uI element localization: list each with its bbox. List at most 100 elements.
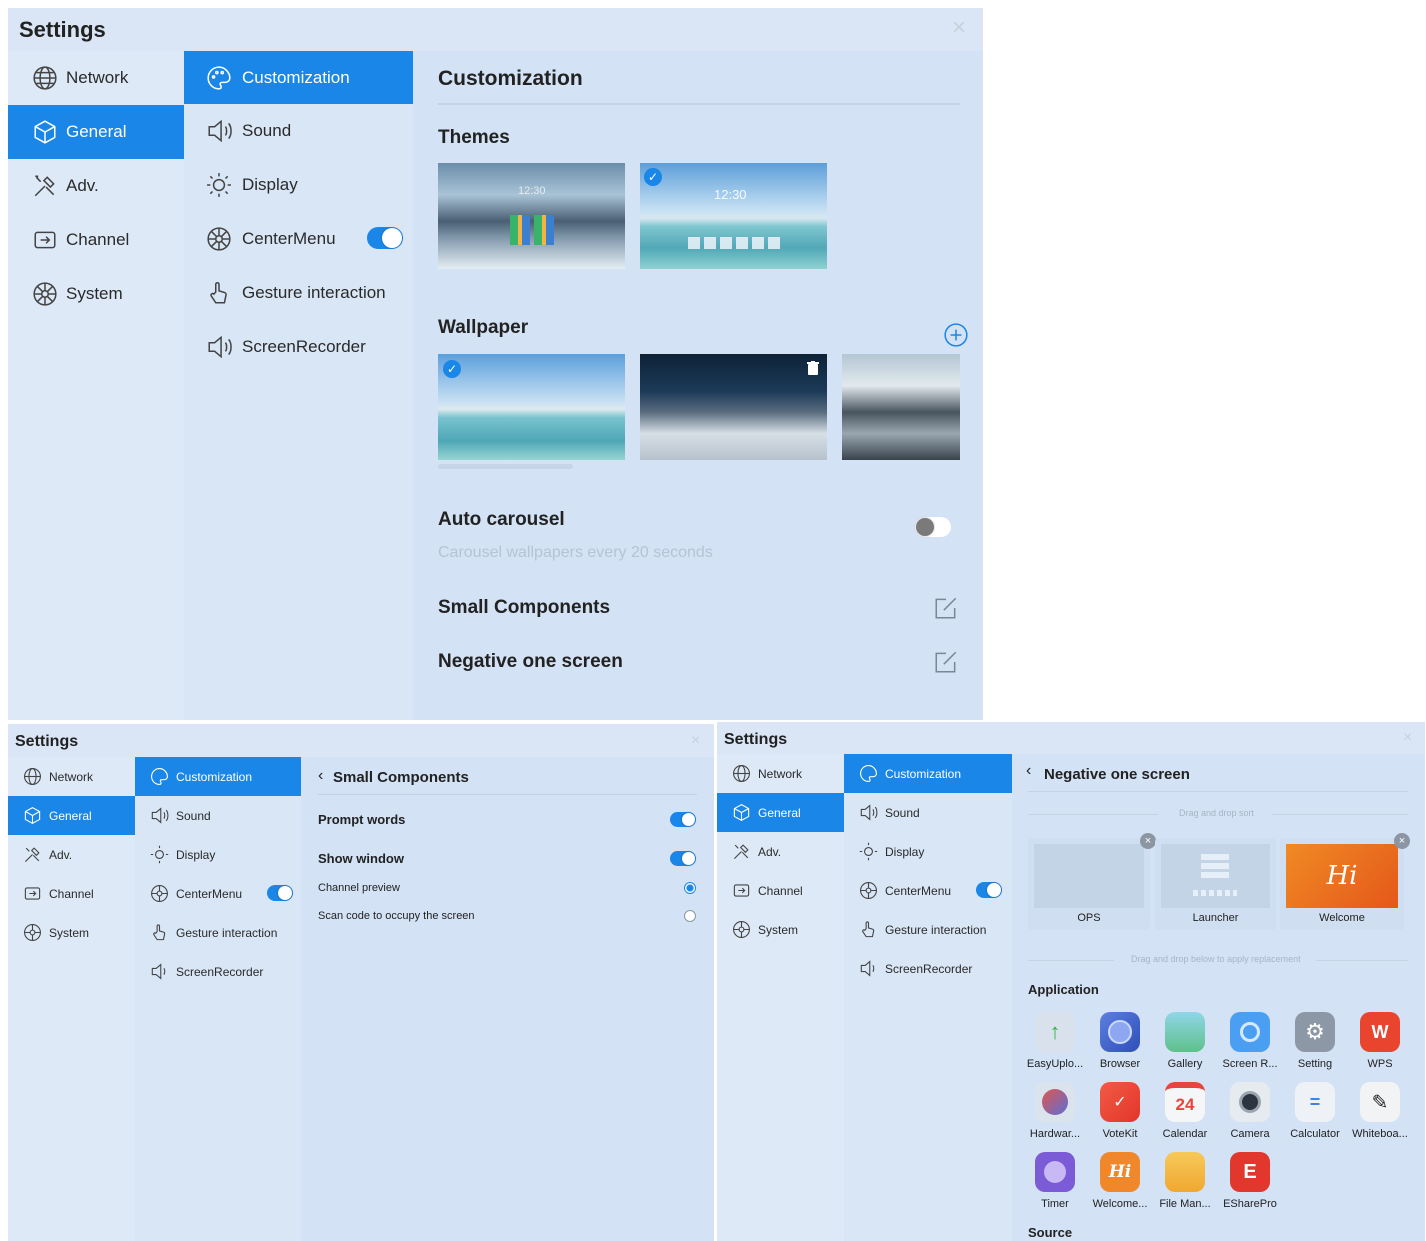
app-screen-recorder[interactable]: Screen R... xyxy=(1221,1012,1279,1070)
app-label: EasyUplo... xyxy=(1026,1058,1084,1070)
system-gear-icon xyxy=(33,282,57,306)
remove-icon[interactable]: × xyxy=(1140,833,1156,849)
subnav-label-display: Display xyxy=(176,847,216,862)
app-label: Calendar xyxy=(1162,1128,1208,1140)
globe-icon xyxy=(33,66,57,90)
title-divider xyxy=(318,794,697,795)
subnav-label-centermenu: CenterMenu xyxy=(885,883,952,898)
subnav-item-sound[interactable]: Sound xyxy=(844,793,1012,832)
subnav-item-screenrecorder[interactable]: ScreenRecorder xyxy=(844,949,1012,988)
subnav-item-sound[interactable]: Sound xyxy=(135,796,301,835)
app-timer[interactable]: Timer xyxy=(1026,1152,1084,1210)
title-divider xyxy=(438,103,960,105)
globe-icon xyxy=(733,765,750,782)
subnav-label-sound: Sound xyxy=(885,805,920,820)
subnav-item-gesture[interactable]: Gesture interaction xyxy=(844,910,1012,949)
sidebar-item-network[interactable]: Network xyxy=(8,757,135,796)
planet-icon xyxy=(1100,1012,1140,1052)
close-button[interactable]: × xyxy=(952,14,966,42)
subnav-label-display: Display xyxy=(885,844,925,859)
centermenu-toggle[interactable] xyxy=(267,885,293,901)
sidebar-label-adv: Adv. xyxy=(66,176,99,195)
app-calculator[interactable]: = Calculator xyxy=(1286,1082,1344,1140)
gear-icon: ⚙ xyxy=(1295,1012,1335,1052)
theme-thumbnail-mountains[interactable]: 12:30 xyxy=(438,163,625,269)
wallpaper-scrollbar[interactable] xyxy=(438,464,573,469)
back-chevron-icon[interactable]: ‹ xyxy=(318,767,323,785)
wallpaper-thumbnail-snow-night[interactable] xyxy=(640,354,827,460)
subnav-item-customization[interactable]: Customization xyxy=(184,51,413,104)
cube-icon xyxy=(733,803,750,822)
sidebar-item-adv[interactable]: Adv. xyxy=(8,159,184,213)
sidebar-item-system[interactable]: System xyxy=(8,267,184,321)
scan-code-radio[interactable] xyxy=(684,910,696,922)
tools-icon xyxy=(24,847,40,863)
subnav-item-gesture[interactable]: Gesture interaction xyxy=(135,913,301,952)
selected-check-icon: ✓ xyxy=(644,168,662,186)
subnav-item-gesture[interactable]: Gesture interaction xyxy=(184,266,413,320)
record-icon xyxy=(1230,1012,1270,1052)
app-gallery[interactable]: Gallery xyxy=(1156,1012,1214,1070)
app-easyupload[interactable]: ↑ EasyUplo... xyxy=(1026,1012,1084,1070)
sidebar-item-channel[interactable]: Channel xyxy=(8,213,184,267)
app-calendar[interactable]: 24 Calendar xyxy=(1156,1082,1214,1140)
sidebar-item-network[interactable]: Network xyxy=(8,51,184,105)
subnav-label-screenrecorder: ScreenRecorder xyxy=(242,337,366,356)
app-esharepro[interactable]: E ESharePro xyxy=(1221,1152,1279,1210)
show-window-toggle[interactable] xyxy=(670,851,696,866)
screen-card-launcher[interactable]: Launcher xyxy=(1155,838,1276,930)
sidebar-label-system: System xyxy=(49,925,90,940)
sidebar-item-adv[interactable]: Adv. xyxy=(717,832,844,871)
subnav-item-customization[interactable]: Customization xyxy=(135,757,301,796)
subnav-item-display[interactable]: Display xyxy=(844,832,1012,871)
wallpaper-thumbnail-mountain[interactable] xyxy=(842,354,960,460)
subnav-item-sound[interactable]: Sound xyxy=(184,104,413,158)
add-wallpaper-icon[interactable] xyxy=(943,322,969,348)
sidebar-item-general[interactable]: General xyxy=(8,796,135,835)
screen-card-ops[interactable]: OPS × xyxy=(1028,833,1156,930)
close-button[interactable]: × xyxy=(1403,729,1412,747)
back-chevron-icon[interactable]: ‹ xyxy=(1026,762,1031,780)
subnav-item-screenrecorder[interactable]: ScreenRecorder xyxy=(135,952,301,991)
sidebar-item-network[interactable]: Network xyxy=(717,754,844,793)
close-button[interactable]: × xyxy=(691,732,700,750)
centermenu-toggle[interactable] xyxy=(367,227,403,249)
subnav-item-screenrecorder[interactable]: ScreenRecorder xyxy=(184,320,413,374)
app-file-manager[interactable]: File Man... xyxy=(1156,1152,1214,1210)
speaker-icon xyxy=(860,804,878,821)
category-sidebar: Network General Adv. Channel System xyxy=(8,51,184,720)
sidebar-item-channel[interactable]: Channel xyxy=(717,871,844,910)
app-wps[interactable]: W WPS xyxy=(1351,1012,1409,1070)
sidebar-item-general[interactable]: General xyxy=(717,793,844,832)
sidebar-item-general[interactable]: General xyxy=(8,105,184,159)
theme-thumbnail-beach[interactable]: 12:30 ✓ xyxy=(640,163,827,269)
subnav-item-display[interactable]: Display xyxy=(184,158,413,212)
sidebar-item-system[interactable]: System xyxy=(8,913,135,952)
auto-carousel-toggle[interactable] xyxy=(915,517,951,537)
app-setting[interactable]: ⚙ Setting xyxy=(1286,1012,1344,1070)
sidebar-item-channel[interactable]: Channel xyxy=(8,874,135,913)
edit-icon[interactable] xyxy=(933,649,959,675)
subnav-label-customization: Customization xyxy=(176,769,253,784)
sidebar-label-system: System xyxy=(66,284,123,303)
app-browser[interactable]: Browser xyxy=(1091,1012,1149,1070)
app-whiteboard[interactable]: ✎ Whiteboa... xyxy=(1351,1082,1409,1140)
wallpaper-thumbnail-beach[interactable]: ✓ xyxy=(438,354,625,460)
centermenu-toggle[interactable] xyxy=(976,882,1002,898)
sidebar-item-adv[interactable]: Adv. xyxy=(8,835,135,874)
prompt-words-toggle[interactable] xyxy=(670,812,696,827)
subnav-item-customization[interactable]: Customization xyxy=(844,754,1012,793)
screen-card-welcome[interactable]: Hi Welcome × xyxy=(1280,833,1410,930)
app-camera[interactable]: Camera xyxy=(1221,1082,1279,1140)
scan-code-label: Scan code to occupy the screen xyxy=(318,910,475,922)
edit-icon[interactable] xyxy=(933,595,959,621)
remove-icon[interactable]: × xyxy=(1394,833,1410,849)
app-votekit[interactable]: ✓ VoteKit xyxy=(1091,1082,1149,1140)
negative-one-screen-label: Negative one screen xyxy=(438,651,623,672)
sidebar-item-system[interactable]: System xyxy=(717,910,844,949)
app-hardware[interactable]: Hardwar... xyxy=(1026,1082,1084,1140)
app-welcome[interactable]: Hi Welcome... xyxy=(1091,1152,1149,1210)
delete-icon[interactable] xyxy=(807,361,819,375)
subnav-item-display[interactable]: Display xyxy=(135,835,301,874)
channel-preview-radio[interactable] xyxy=(684,882,696,894)
